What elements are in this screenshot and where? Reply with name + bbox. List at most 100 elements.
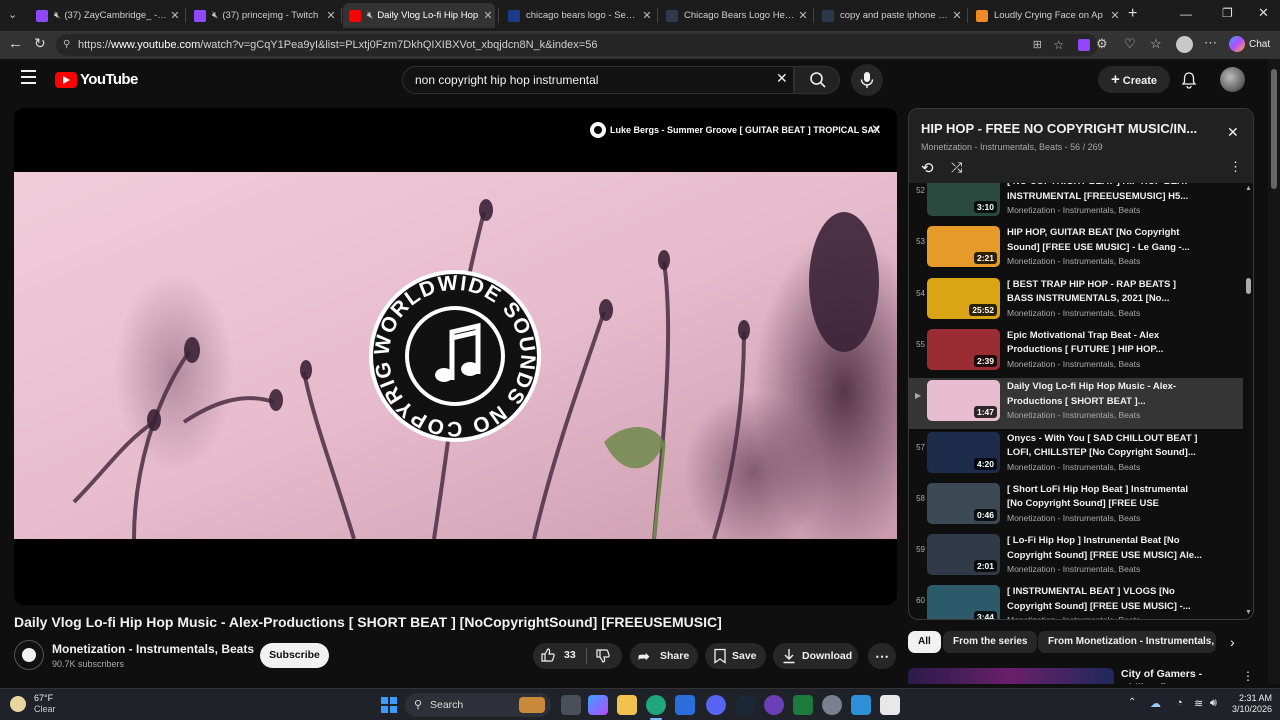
recommendation-menu-icon[interactable]: ⋮ — [1242, 669, 1254, 683]
browser-tab[interactable]: chicago bears logo - Search ✕ — [502, 3, 654, 28]
playlist-item-title[interactable]: [ Short LoFi Hip Hop Beat ] Instrumental… — [1007, 483, 1203, 512]
microsoft-store-icon[interactable] — [675, 695, 695, 715]
playlist-item-thumbnail[interactable]: 1:47 — [927, 380, 1000, 422]
browser-tab[interactable]: 🔇︎ Daily Vlog Lo-fi Hip Hop ✕ — [343, 3, 495, 28]
page-scrollbar[interactable] — [1268, 59, 1280, 684]
playlist-item-thumbnail[interactable]: 0:46 — [927, 482, 1000, 524]
browser-tab[interactable]: 🔇︎ (37) ZayCambridge_ - Tw ✕ — [30, 3, 182, 28]
tab-close-icon[interactable]: ✕ — [481, 9, 495, 22]
tab-close-icon[interactable]: ✕ — [324, 9, 338, 22]
onedrive-tray-icon[interactable]: ☁ — [1150, 697, 1161, 710]
favorites-icon[interactable]: ☆ — [1150, 36, 1162, 52]
reload-icon[interactable]: ↻ — [34, 35, 46, 52]
playlist-item-title[interactable]: Epic Motivational Trap Beat - Alex Produ… — [1007, 329, 1203, 358]
playlist-item[interactable]: ▶ 1:47 Daily Vlog Lo-fi Hip Hop Music - Al… — [909, 378, 1243, 430]
tab-close-icon[interactable]: ✕ — [168, 9, 182, 22]
playlist-item[interactable]: 59 2:01 [ Lo-Fi Hip Hop ] Instrunental Bea… — [909, 532, 1243, 583]
chips-next-icon[interactable]: › — [1230, 634, 1235, 650]
playlist-item-title[interactable]: [ NO COPYRIGHT BEAT ] HIP HOP BEAT INSTR… — [1007, 183, 1203, 204]
account-avatar[interactable] — [1220, 67, 1245, 92]
twitch-extension-icon[interactable] — [1078, 39, 1090, 51]
download-button[interactable]: Download — [773, 643, 858, 669]
playlist-item[interactable]: 55 2:39 Epic Motivational Trap Beat - Alex… — [909, 327, 1243, 378]
playlist-menu-icon[interactable]: ⋮ — [1229, 159, 1242, 175]
filter-chip[interactable]: From Monetization - Instrumentals, I — [1038, 631, 1216, 653]
youtube-logo[interactable]: YouTube — [55, 71, 138, 88]
video-player[interactable]: Luke Bergs - Summer Groove [ GUITAR BEAT… — [14, 108, 897, 605]
tab-muted-icon[interactable]: 🔇︎ — [54, 10, 60, 21]
tab-actions-icon[interactable]: ⌄ — [8, 8, 17, 21]
playlist-item-title[interactable]: HIP HOP, GUITAR BEAT [No Copyright Sound… — [1007, 226, 1203, 255]
voice-search-button[interactable] — [851, 64, 883, 96]
playlist-channel[interactable]: Monetization - Instrumentals, Beats — [921, 142, 1062, 152]
settings-icon[interactable] — [822, 695, 842, 715]
start-button[interactable] — [381, 697, 397, 713]
scroll-down-arrow[interactable]: ▼ — [1245, 609, 1252, 616]
remote-desktop-icon[interactable] — [851, 695, 871, 715]
browser-tab[interactable]: copy and paste iphone emoj ✕ — [816, 3, 964, 28]
task-view-icon[interactable] — [561, 695, 581, 715]
loop-playlist-icon[interactable]: ⟲ — [921, 159, 934, 177]
playlist-item[interactable]: 58 0:46 [ Short LoFi Hip Hop Beat ] Instru… — [909, 481, 1243, 532]
steam-icon[interactable] — [735, 695, 755, 715]
subscribe-button[interactable]: Subscribe — [260, 643, 329, 668]
scroll-up-arrow[interactable]: ▲ — [1245, 185, 1252, 192]
playlist-item-thumbnail[interactable]: 25:52 — [927, 277, 1000, 319]
playlist-scrollbar[interactable]: ▲ ▼ — [1243, 183, 1253, 619]
discord-icon[interactable] — [706, 695, 726, 715]
share-button[interactable]: ➦ Share — [630, 643, 698, 669]
shuffle-playlist-icon[interactable]: ⤮ — [951, 159, 962, 176]
playlist-item-title[interactable]: Onycs - With You [ SAD CHILLOUT BEAT ] L… — [1007, 432, 1203, 461]
more-actions-button[interactable]: ⋯ — [868, 643, 896, 669]
file-explorer-icon[interactable] — [617, 695, 637, 715]
thumbs-down-icon[interactable] — [595, 648, 611, 664]
profile-avatar[interactable] — [1176, 36, 1193, 53]
playlist-item-thumbnail[interactable]: 2:39 — [927, 328, 1000, 370]
browser-tab[interactable]: Chicago Bears Logo Head Tr ✕ — [660, 3, 810, 28]
filter-chip[interactable]: All — [908, 631, 941, 653]
snipping-tool-icon[interactable] — [880, 695, 900, 715]
save-button[interactable]: Save — [705, 643, 766, 669]
playlist-item-thumbnail[interactable]: 3:10 — [927, 183, 1000, 216]
tab-close-icon[interactable]: ✕ — [796, 9, 810, 22]
playlist-title[interactable]: HIP HOP - FREE NO COPYRIGHT MUSIC/IN... — [921, 121, 1217, 136]
tab-close-icon[interactable]: ✕ — [640, 9, 654, 22]
search-button[interactable] — [794, 66, 840, 94]
tab-muted-icon[interactable]: 🔇︎ — [367, 10, 373, 21]
github-desktop-icon[interactable] — [764, 695, 784, 715]
playlist-item[interactable]: 54 25:52 [ BEST TRAP HIP HOP - RAP BEATS ]… — [909, 276, 1243, 327]
url-input[interactable]: ⚲ https://www.youtube.com/watch?v=gCqY1P… — [56, 34, 1098, 56]
close-playlist-icon[interactable]: ✕ — [1227, 124, 1239, 141]
channel-avatar[interactable] — [14, 640, 44, 670]
more-options-icon[interactable]: ⋯ — [1204, 35, 1217, 51]
playlist-item[interactable]: 52 3:10 [ NO COPYRIGHT BEAT ] HIP HOP BEAT… — [909, 183, 1243, 224]
playlist-item-thumbnail[interactable]: 3:44 — [927, 585, 1000, 619]
playlist-scroll-thumb[interactable] — [1246, 278, 1251, 294]
playlist-item-title[interactable]: [ INSTRUMENTAL BEAT ] VLOGS [No Copyrigh… — [1007, 585, 1203, 614]
extensions-icon[interactable]: ⚙ — [1096, 36, 1108, 52]
notifications-bell-icon[interactable] — [1180, 71, 1198, 89]
recommendation-subtitle[interactable]: Chill Lofi Beats... — [1121, 682, 1206, 684]
playlist-item-title[interactable]: [ BEST TRAP HIP HOP - RAP BEATS ] BASS I… — [1007, 278, 1203, 307]
edge-browser-icon[interactable] — [646, 695, 666, 715]
site-info-icon[interactable]: ⚲ — [63, 34, 70, 56]
filter-chip[interactable]: From the series — [943, 631, 1038, 653]
back-icon[interactable]: ← — [8, 35, 23, 52]
weather-widget[interactable]: 67°F Clear — [10, 693, 56, 715]
browser-essentials-icon[interactable]: ♡ — [1124, 36, 1136, 52]
network-tray-icon[interactable]: ◔ — [1176, 697, 1183, 709]
up-next-overlay[interactable]: Luke Bergs - Summer Groove [ GUITAR BEAT… — [590, 122, 880, 138]
clock[interactable]: 2:31 AM 3/10/2026 — [1230, 693, 1272, 715]
close-overlay-icon[interactable]: ✕ — [871, 122, 881, 136]
split-screen-icon[interactable]: ⊞ — [1033, 34, 1042, 56]
show-hidden-icons[interactable]: ⌃ — [1128, 697, 1136, 708]
create-button[interactable]: + Create — [1098, 66, 1170, 93]
close-window-button[interactable]: ✕ — [1258, 5, 1269, 21]
volume-tray-icon[interactable]: 🔊︎ — [1210, 697, 1217, 710]
taskbar-search[interactable]: ⚲ Search — [405, 693, 551, 717]
playlist-item[interactable]: 60 3:44 [ INSTRUMENTAL BEAT ] VLOGS [No Co… — [909, 583, 1243, 619]
playlist-item[interactable]: 53 2:21 HIP HOP, GUITAR BEAT [No Copyright… — [909, 224, 1243, 275]
playlist-item-thumbnail[interactable]: 4:20 — [927, 431, 1000, 473]
xbox-icon[interactable] — [793, 695, 813, 715]
tab-muted-icon[interactable]: 🔇︎ — [212, 10, 218, 21]
